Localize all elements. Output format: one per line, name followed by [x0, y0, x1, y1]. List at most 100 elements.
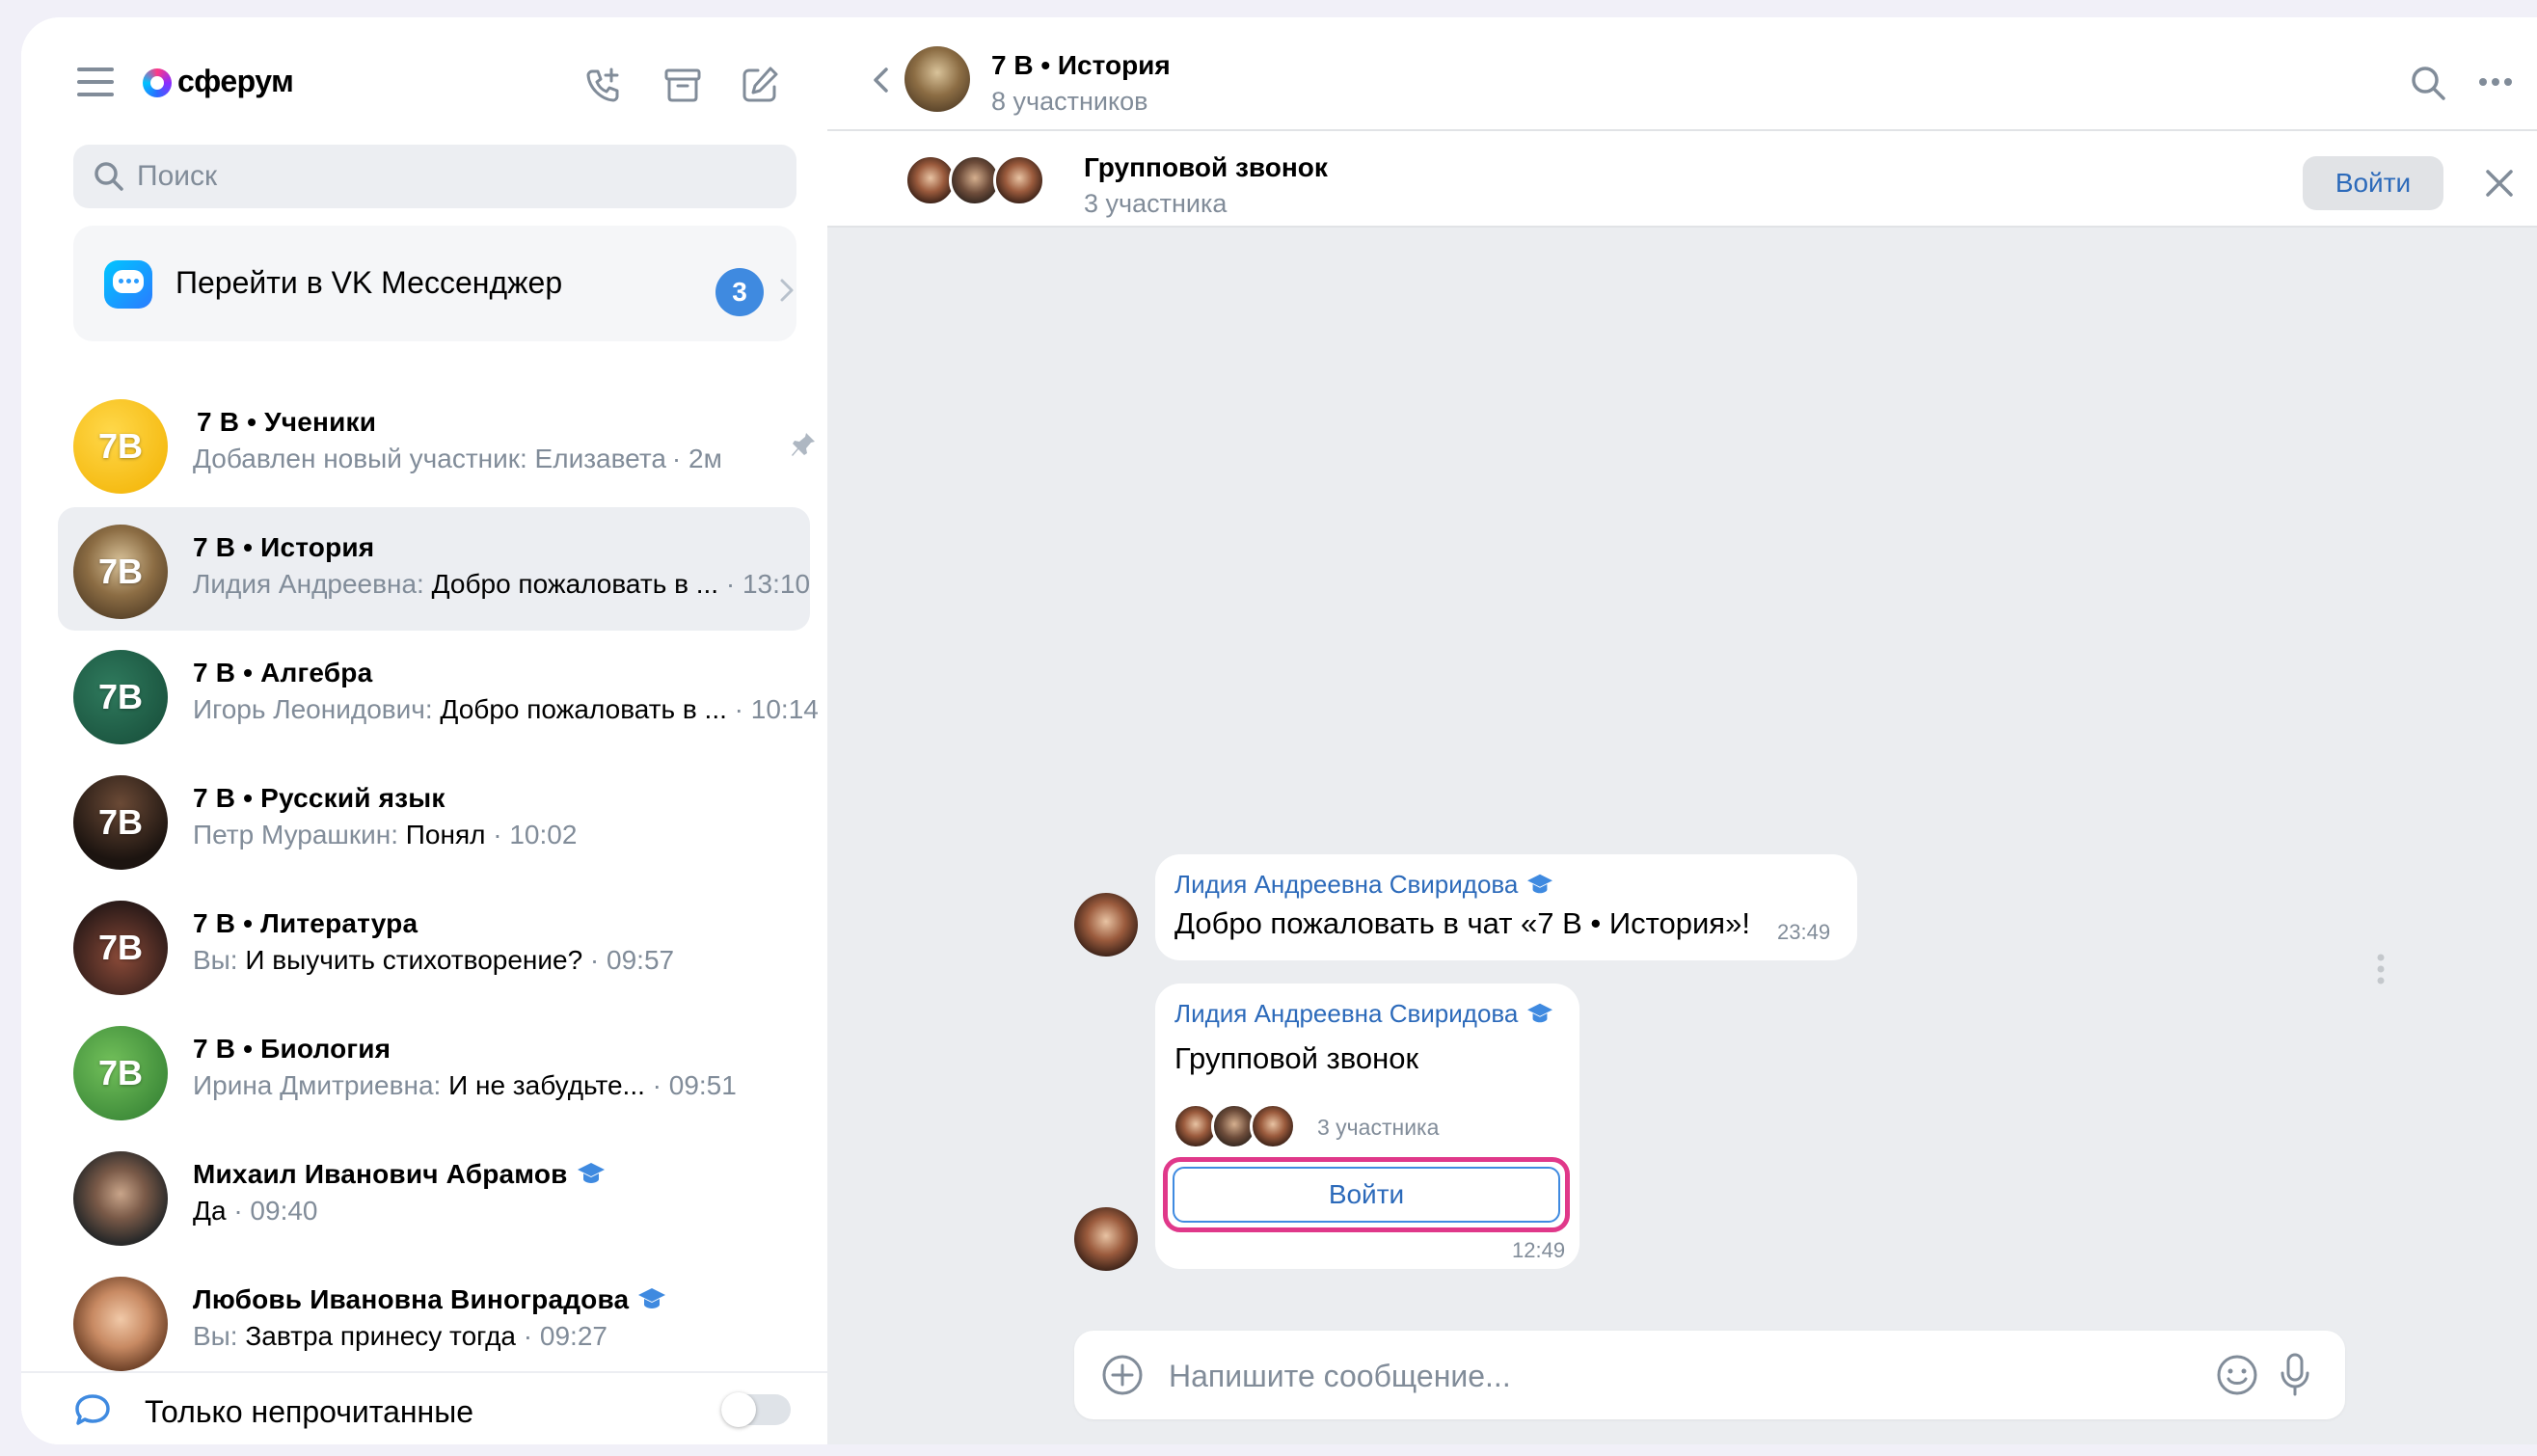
call-card-participants: 3 участника — [1317, 1115, 1440, 1140]
search-box[interactable] — [73, 145, 796, 208]
chat-last-message: Да — [193, 1196, 227, 1226]
chat-preview: Игорь Леонидович: Добро пожаловать в ...… — [193, 694, 819, 725]
avatar: 7В — [73, 525, 168, 619]
message-bubble: Лидия Андреевна Свиридова Добро пожалова… — [1155, 854, 1857, 960]
chat-sender: Петр Мурашкин: — [193, 820, 399, 849]
chat-title: Любовь Ивановна Виноградова — [193, 1284, 667, 1315]
avatar: 7В — [73, 650, 168, 744]
chat-title: 7 В • История — [991, 50, 1171, 80]
message-sender-text: Лидия Андреевна Свиридова — [1174, 999, 1519, 1028]
call-title: Групповой звонок — [1084, 152, 1328, 182]
message-time: 23:49 — [1777, 920, 1831, 944]
chat-item[interactable]: 7В 7 В • Русский язык Петр Мурашкин: Пон… — [58, 758, 810, 881]
menu-icon[interactable] — [77, 67, 114, 96]
avatar — [73, 1151, 168, 1246]
vk-banner-label: Перейти в VK Мессенджер — [175, 265, 563, 300]
message-bubble: Лидия Андреевна Свиридова Групповой звон… — [1155, 984, 1579, 1269]
avatar: 7В — [73, 399, 168, 494]
more-icon[interactable] — [2478, 77, 2513, 87]
chat-item[interactable]: 7В 7 В • Ученики Добавлен новый участник… — [58, 382, 815, 505]
chat-last-message: Добро пожаловать в ... — [423, 569, 719, 599]
message-time: 12:49 — [1512, 1238, 1566, 1262]
chat-title: 7 В • Ученики — [197, 407, 377, 437]
chat-time: · 13:10 — [718, 569, 811, 599]
chat-last-message: И выучить стихотворение? — [237, 945, 583, 975]
chat-item[interactable]: 7В 7 В • Алгебра Игорь Леонидович: Добро… — [58, 633, 819, 756]
chat-preview: Вы: И выучить стихотворение? · 09:57 — [193, 945, 674, 976]
chat-sender: Игорь Леонидович: — [193, 694, 433, 724]
chat-time: · 09:51 — [644, 1070, 737, 1100]
chat-time: · 10:02 — [485, 820, 578, 849]
chat-title: 7 В • Литература — [193, 908, 418, 938]
call-add-icon[interactable] — [582, 64, 625, 106]
chat-item[interactable]: Михаил Иванович Абрамов Да · 09:40 — [58, 1134, 810, 1257]
message-input[interactable] — [1169, 1352, 2133, 1400]
search-input[interactable] — [137, 160, 754, 193]
chevron-right-icon — [780, 279, 794, 302]
search-icon[interactable] — [2409, 64, 2447, 102]
unread-filter-bar: Только непрочитанные — [21, 1371, 827, 1444]
chat-time: · 09:27 — [516, 1321, 607, 1351]
chat-last-message: Завтра принесу тогда — [237, 1321, 517, 1351]
chat-preview: Лидия Андреевна: Добро пожаловать в ... … — [193, 569, 810, 600]
verified-icon — [1527, 874, 1553, 894]
chat-preview: Ирина Дмитриевна: И не забудьте... · 09:… — [193, 1070, 737, 1101]
chat-participants-count[interactable]: 8 участников — [991, 87, 1147, 117]
left-panel: сферум Перейти в VK — [21, 17, 827, 1444]
add-icon[interactable] — [1101, 1354, 1144, 1396]
avatar — [993, 154, 1045, 206]
pin-icon — [792, 433, 815, 456]
chat-time: · 09:57 — [582, 945, 675, 975]
vk-messenger-icon — [104, 260, 152, 309]
chat-time: · 2м — [671, 444, 722, 473]
search-icon — [94, 162, 123, 191]
chat-title-text: Любовь Ивановна Виноградова — [193, 1284, 630, 1314]
chat-last-message: Добро пожаловать в ... — [432, 694, 727, 724]
chat-time: · 09:40 — [226, 1196, 318, 1226]
left-header: сферум — [21, 17, 827, 162]
close-icon[interactable] — [2484, 168, 2515, 199]
chat-avatar[interactable] — [904, 46, 970, 112]
avatar: 7В — [73, 901, 168, 995]
chat-item[interactable]: 7В 7 В • Биология Ирина Дмитриевна: И не… — [58, 1009, 810, 1132]
verified-icon — [638, 1288, 666, 1308]
back-icon[interactable] — [870, 66, 893, 94]
verified-icon — [1527, 1003, 1553, 1023]
join-call-button[interactable]: Войти — [1173, 1167, 1560, 1223]
compose-icon[interactable] — [739, 64, 781, 106]
join-call-button[interactable]: Войти — [2303, 156, 2443, 210]
unread-filter-toggle[interactable] — [721, 1392, 791, 1427]
chat-sender: Вы: — [193, 945, 238, 975]
chat-sender: Лидия Андреевна: — [193, 569, 424, 599]
avatar — [1250, 1103, 1296, 1149]
group-call-bar: Групповой звонок 3 участника Войти — [827, 131, 2537, 228]
chat-title: 7 В • Биология — [193, 1034, 391, 1064]
message-avatar[interactable] — [1074, 1207, 1138, 1271]
emoji-icon[interactable] — [2216, 1354, 2258, 1396]
avatar: 7В — [73, 775, 168, 870]
chat-item[interactable]: 7В 7 В • Литература Вы: И выучить стихот… — [58, 883, 810, 1007]
mic-icon[interactable] — [2278, 1352, 2312, 1398]
chat-title: Михаил Иванович Абрамов — [193, 1159, 607, 1190]
message-composer — [1074, 1331, 2345, 1419]
chat-panel: 7 В • История 8 участников Групповой зво… — [827, 17, 2537, 1444]
message-sender[interactable]: Лидия Андреевна Свиридова — [1174, 999, 1554, 1029]
message-options-icon[interactable] — [2376, 953, 2386, 985]
call-card-title: Групповой звонок — [1174, 1041, 1419, 1075]
sferum-logo-icon — [143, 68, 172, 97]
archive-icon[interactable] — [661, 64, 704, 106]
call-participants: 3 участника — [1084, 189, 1228, 218]
message-avatar[interactable] — [1074, 893, 1138, 957]
chat-item[interactable]: 7В 7 В • История Лидия Андреевна: Добро … — [58, 507, 810, 631]
chat-sender: Ирина Дмитриевна: — [193, 1070, 442, 1100]
vk-messenger-banner[interactable]: Перейти в VK Мессенджер 3 — [73, 226, 796, 341]
chat-last-message: Добавлен новый участник: Елизавета — [193, 444, 666, 473]
chat-last-message: И не забудьте... — [441, 1070, 645, 1100]
chat-preview: Добавлен новый участник: Елизавета · 2м — [193, 444, 722, 474]
chat-header: 7 В • История 8 участников — [827, 17, 2537, 131]
message-sender[interactable]: Лидия Андреевна Свиридова — [1174, 870, 1554, 900]
chat-item[interactable]: Любовь Ивановна Виноградова Вы: Завтра п… — [58, 1259, 810, 1383]
call-participant-avatars — [904, 154, 1049, 208]
verified-icon — [577, 1163, 605, 1183]
message-text: Добро пожаловать в чат «7 В • История»! — [1174, 906, 1750, 940]
